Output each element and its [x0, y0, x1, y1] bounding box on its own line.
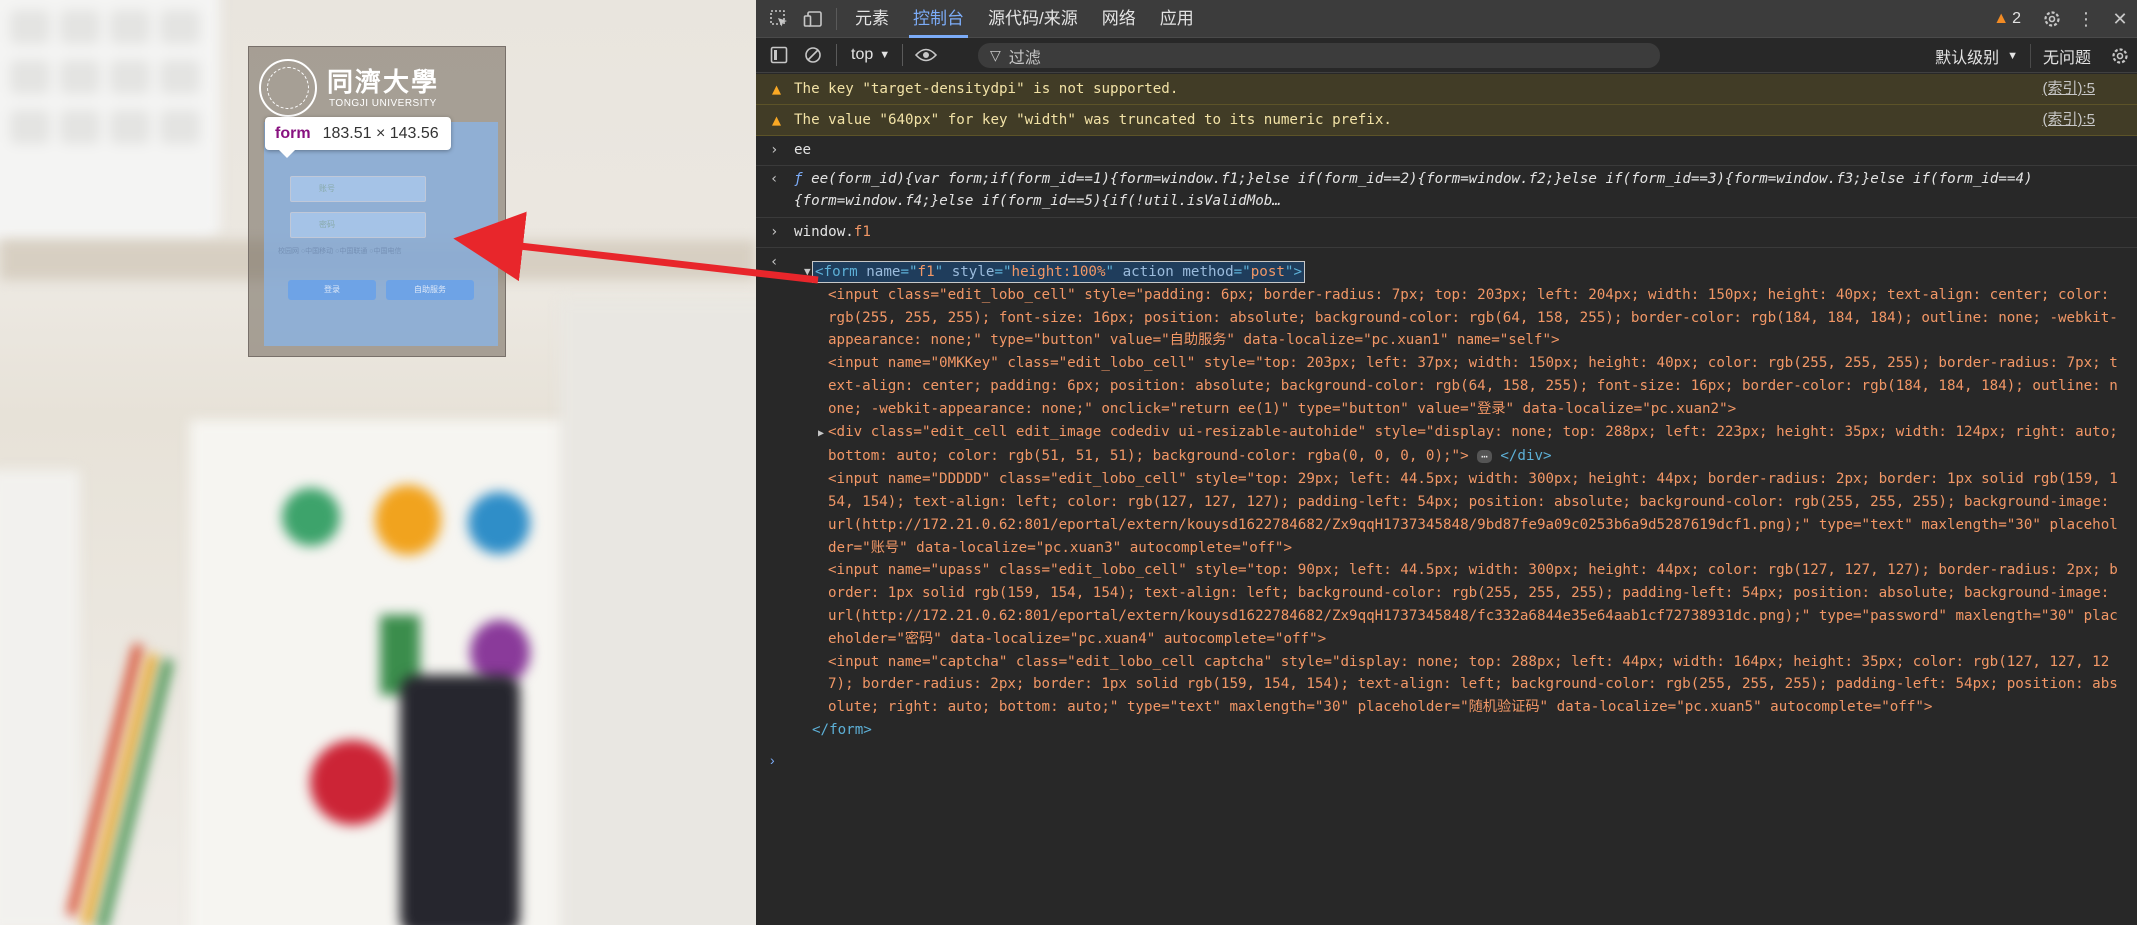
console-input-entry: › ee — [756, 136, 2137, 166]
div-close-tag: </div> — [1500, 448, 1552, 465]
form-open-tag[interactable]: ▼ <form name="f1" style="height:100%" ac… — [804, 261, 2122, 284]
source-link[interactable]: (索引):5 — [2042, 105, 2095, 135]
function-output-line1[interactable]: ƒ ee(form_id){var form;if(form_id==1){fo… — [794, 169, 2033, 190]
console-prompt[interactable]: › — [770, 752, 775, 768]
divider — [836, 44, 837, 66]
issues-count: 2 — [2012, 10, 2021, 27]
university-seal-icon — [259, 59, 317, 117]
issues-button[interactable]: 无问题 — [2029, 43, 2103, 68]
div-open-tag: <div class="edit_cell edit_image codediv… — [828, 423, 2118, 465]
warning-icon: ▲ — [772, 111, 782, 129]
devtools-tabbar: 元素 控制台 源代码/来源 网络 应用 ▲ 2 ⋮ ✕ — [756, 0, 2137, 38]
pencil-image — [81, 652, 159, 925]
red-logo-image — [310, 740, 395, 825]
function-source: ee(form_id){var form;if(form_id==1){form… — [811, 171, 2033, 187]
account-input[interactable]: 账号 — [290, 176, 426, 202]
element-tree: ▼ <form name="f1" style="height:100%" ac… — [804, 261, 2122, 742]
log-level-dropdown[interactable]: 默认级别 ▼ — [1923, 44, 2030, 68]
pencil-image — [96, 657, 174, 925]
console-messages: ▲ The key "target-densitydpi" is not sup… — [756, 74, 2137, 278]
university-name-en: TONGJI UNIVERSITY — [329, 97, 437, 109]
tab-sources[interactable]: 源代码/来源 — [976, 0, 1090, 38]
form-child-input-login[interactable]: <input name="0MKKey" class="edit_lobo_ce… — [828, 352, 2122, 420]
highlighted-form-tag[interactable]: <form name="f1" style="height:100%" acti… — [812, 261, 1305, 283]
university-name-cn: 同濟大學 — [327, 67, 440, 98]
sidebar-toggle-icon[interactable] — [762, 36, 796, 74]
green-logo-image — [282, 488, 340, 546]
console-input-entry: › window.f1 — [756, 218, 2137, 248]
output-chevron-icon: ‹ — [770, 254, 779, 270]
login-button[interactable]: 登录 — [288, 280, 376, 300]
function-output-line2: {form=window.f4;}else if(form_id==5){if(… — [794, 193, 1281, 209]
console-output-entry: ‹ ƒ ee(form_id){var form;if(form_id==1){… — [756, 166, 2137, 218]
blue-logo-image — [468, 492, 530, 554]
warning-icon: ▲ — [772, 80, 782, 98]
input-chevron-icon: › — [770, 142, 779, 158]
close-icon[interactable]: ✕ — [2103, 0, 2137, 38]
password-input[interactable]: 密码 — [290, 212, 426, 238]
form-child-input-account[interactable]: <input name="DDDDD" class="edit_lobo_cel… — [828, 468, 2122, 559]
tooltip-dimensions: 183.51 × 143.56 — [322, 124, 439, 142]
console-warning: ▲ The key "target-densitydpi" is not sup… — [756, 74, 2137, 105]
self-service-button[interactable]: 自助服务 — [386, 280, 474, 300]
function-keyword: ƒ — [794, 171, 812, 187]
eye-icon[interactable] — [909, 36, 943, 74]
divider — [902, 44, 904, 66]
property-name: f1 — [853, 224, 871, 240]
inspect-tooltip: form 183.51 × 143.56 — [265, 117, 451, 158]
clear-console-icon[interactable] — [796, 36, 830, 74]
device-toolbar-icon[interactable] — [796, 0, 830, 38]
context-label: top — [851, 46, 874, 63]
university-header: 同濟大學 TONGJI UNIVERSITY — [253, 51, 503, 125]
tab-elements[interactable]: 元素 — [843, 0, 901, 38]
warning-text: The key "target-densitydpi" is not suppo… — [794, 81, 1179, 97]
form-child-input-captcha[interactable]: <input name="captcha" class="edit_lobo_c… — [828, 651, 2122, 719]
notepad-background — [0, 470, 80, 925]
filter-input[interactable]: ▽ 过滤 — [978, 43, 1660, 68]
dropdown-arrow-icon: ▼ — [879, 49, 891, 61]
object-name: window. — [794, 224, 854, 240]
console-settings-gear-icon[interactable] — [2103, 37, 2137, 75]
notebook-background — [560, 300, 756, 925]
dropdown-arrow-icon: ▼ — [2007, 49, 2018, 62]
tab-console[interactable]: 控制台 — [901, 0, 976, 38]
tab-application[interactable]: 应用 — [1148, 0, 1206, 38]
inspect-element-icon[interactable] — [762, 0, 796, 38]
orange-logo-image — [375, 485, 441, 555]
source-link[interactable]: (索引):5 — [2042, 74, 2095, 104]
console-command[interactable]: window.f1 — [794, 222, 871, 243]
form-child-div-codediv[interactable]: ▶ <div class="edit_cell edit_image codedi… — [818, 421, 2122, 469]
console-command[interactable]: ee — [794, 140, 811, 161]
tooltip-tag: form — [275, 124, 311, 142]
console-toolbar: top ▼ ▽ 过滤 默认级别 ▼ 无问题 — [756, 38, 2137, 73]
more-options-icon[interactable]: ⋮ — [2069, 0, 2103, 38]
keyboard-background — [0, 0, 220, 240]
log-level-label: 默认级别 — [1935, 49, 2000, 67]
console-warning: ▲ The value "640px" for key "width" was … — [756, 105, 2137, 136]
filter-icon: ▽ — [990, 47, 1001, 63]
form-child-input-password[interactable]: <input name="upass" class="edit_lobo_cel… — [828, 559, 2122, 650]
divider — [836, 7, 837, 30]
ellipsis-icon[interactable]: ⋯ — [1477, 449, 1492, 463]
phone-image — [400, 675, 520, 925]
expand-triangle-icon[interactable]: ▼ — [804, 261, 811, 284]
form-child-input-self[interactable]: <input class="edit_lobo_cell" style="pad… — [828, 284, 2122, 352]
warning-text: The value "640px" for key "width" was tr… — [794, 112, 1392, 128]
devtools-panel: 元素 控制台 源代码/来源 网络 应用 ▲ 2 ⋮ ✕ top ▼ ▽ 过滤 默… — [756, 0, 2137, 925]
context-selector[interactable]: top ▼ — [851, 46, 890, 64]
filter-placeholder: 过滤 — [1008, 49, 1041, 67]
carrier-radio-group[interactable]: 校园网 ○中国移动 ○中国联通 ○中国电信 — [278, 246, 402, 256]
gear-icon[interactable] — [2035, 0, 2069, 38]
issues-counter[interactable]: ▲ 2 — [1993, 10, 2021, 28]
output-chevron-icon: ‹ — [770, 171, 779, 187]
warning-icon: ▲ — [1993, 10, 2010, 27]
tab-network[interactable]: 网络 — [1090, 0, 1148, 38]
login-form: 账号 密码 校园网 ○中国移动 ○中国联通 ○中国电信 登录 自助服务 — [264, 122, 498, 346]
form-close-tag[interactable]: </form> — [812, 719, 2122, 742]
input-chevron-icon: › — [770, 224, 779, 240]
webpage-viewport: 同濟大學 TONGJI UNIVERSITY 账号 密码 校园网 ○中国移动 ○… — [0, 0, 756, 925]
